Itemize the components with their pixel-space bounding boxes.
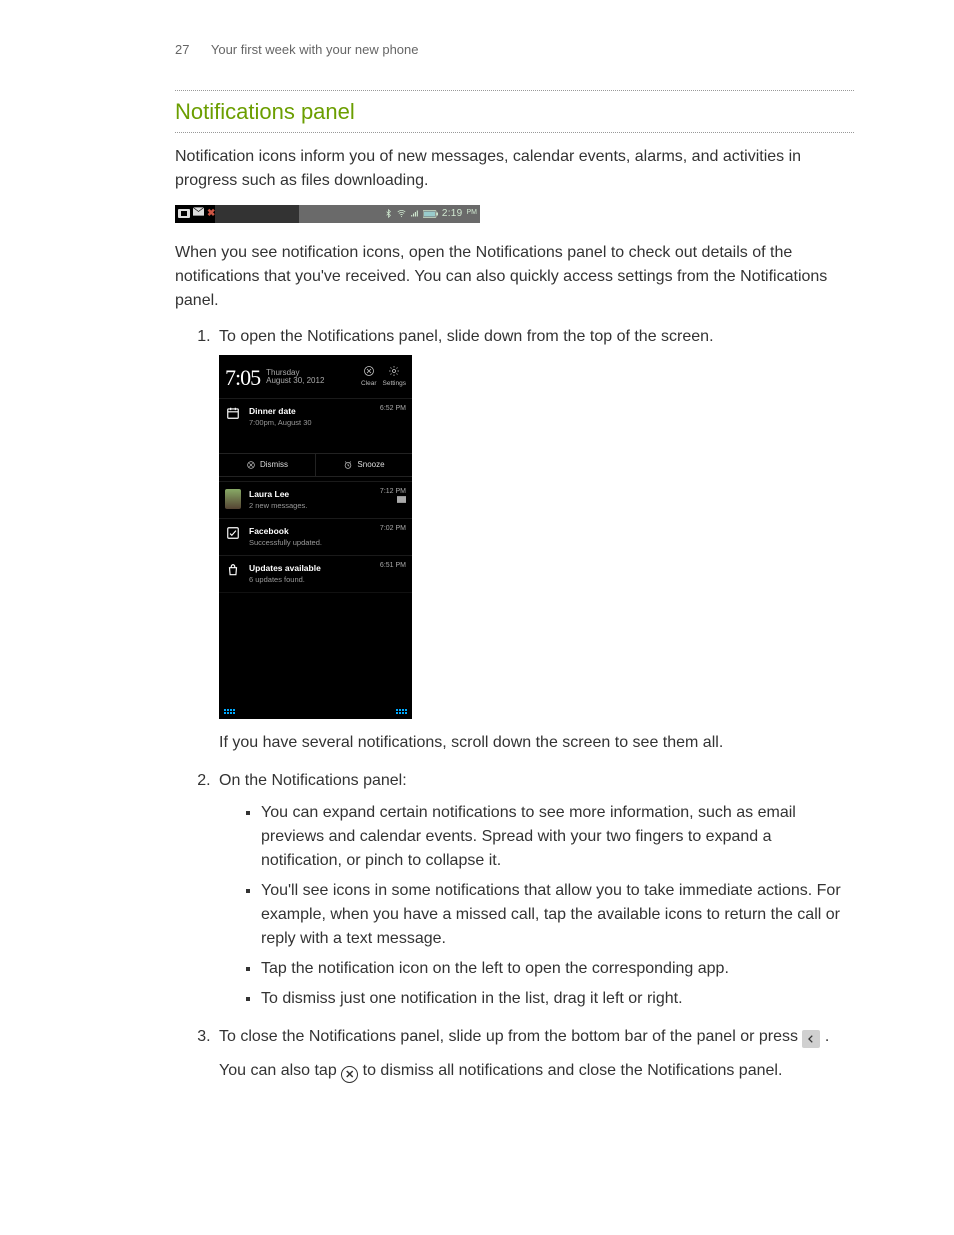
notif-sub: Successfully updated.: [249, 537, 372, 548]
clear-all-icon: ✕: [341, 1066, 358, 1083]
notif-meta: 7:12 PM: [380, 488, 406, 507]
section-title: Notifications panel: [175, 95, 854, 128]
error-icon: ✖: [207, 206, 215, 221]
notif-title: Dinner date: [249, 405, 372, 418]
step-3-text-b: .: [825, 1028, 829, 1045]
phone-header: 7:05 Thursday August 30, 2012 Clear Sett…: [219, 355, 412, 398]
gear-icon: [388, 365, 400, 377]
step-1-text: To open the Notifications panel, slide d…: [219, 328, 714, 345]
notif-title: Updates available: [249, 562, 372, 575]
divider: [175, 90, 854, 91]
page-header: 27 Your first week with your new phone: [175, 40, 854, 60]
notification-row[interactable]: Updates available 6 updates found. 6:51 …: [219, 555, 412, 592]
post-statusbar-paragraph: When you see notification icons, open th…: [175, 241, 854, 313]
bullet-item: To dismiss just one notification in the …: [261, 987, 854, 1011]
grab-handle-icon[interactable]: [396, 709, 407, 714]
page-number: 27: [175, 42, 189, 57]
sync-icon: [225, 525, 241, 540]
phone-footer: [219, 705, 412, 719]
signal-icon: [410, 209, 419, 218]
statusbar-pm: PM: [467, 208, 478, 219]
phone-empty-area: [219, 592, 412, 705]
notif-title: Facebook: [249, 525, 372, 538]
notif-actions: Dismiss Snooze: [219, 453, 412, 477]
intro-paragraph: Notification icons inform you of new mes…: [175, 145, 854, 193]
step-2-text: On the Notifications panel:: [219, 772, 407, 789]
notif-title: Laura Lee: [249, 488, 372, 501]
chapter-title: Your first week with your new phone: [211, 42, 419, 57]
notif-sub: 2 new messages.: [249, 500, 372, 511]
notif-time: 7:12 PM: [380, 488, 406, 496]
bullet-item: Tap the notification icon on the left to…: [261, 957, 854, 981]
grab-handle-icon[interactable]: [224, 709, 235, 714]
step-3-after-a: You can also tap: [219, 1062, 341, 1079]
notif-time: 7:02 PM: [380, 525, 406, 533]
bluetooth-icon: [384, 209, 393, 218]
notif-time: 6:51 PM: [380, 562, 406, 570]
notification-row[interactable]: Facebook Successfully updated. 7:02 PM: [219, 518, 412, 555]
step-1-followup: If you have several notifications, scrol…: [219, 731, 854, 755]
back-icon: [802, 1030, 820, 1048]
clear-label: Clear: [361, 379, 377, 389]
step-1: To open the Notifications panel, slide d…: [215, 325, 854, 755]
phone-date: Thursday August 30, 2012: [266, 369, 324, 386]
battery-icon: [423, 210, 438, 218]
store-icon: [225, 562, 241, 577]
calendar-icon: [225, 405, 241, 420]
snooze-label: Snooze: [357, 459, 384, 471]
dismiss-icon: [246, 460, 256, 470]
status-bar-figure: ✖ 2:19 PM: [175, 205, 480, 223]
clear-button[interactable]: Clear: [361, 365, 377, 389]
alarm-icon: [343, 460, 353, 470]
bullet-item: You can expand certain notifications to …: [261, 801, 854, 873]
divider: [175, 132, 854, 133]
notif-sub: 7:00pm, August 30: [249, 417, 372, 428]
step-2: On the Notifications panel: You can expa…: [215, 769, 854, 1011]
snooze-button[interactable]: Snooze: [315, 454, 412, 476]
statusbar-right: 2:19 PM: [299, 205, 480, 223]
mail-icon: [193, 207, 204, 221]
sim-icon: [178, 209, 190, 218]
clear-icon: [363, 365, 375, 377]
phone-date-text: August 30, 2012: [266, 376, 324, 385]
step-3-after-b: to dismiss all notifications and close t…: [363, 1062, 783, 1079]
bullet-item: You'll see icons in some notifications t…: [261, 879, 854, 951]
phone-time: 7:05: [225, 361, 260, 394]
notification-row[interactable]: Dinner date 7:00pm, August 30 6:52 PM: [219, 398, 412, 435]
settings-button[interactable]: Settings: [383, 365, 407, 389]
statusbar-time: 2:19: [442, 206, 463, 221]
notif-sub: 6 updates found.: [249, 574, 372, 585]
step-3: To close the Notifications panel, slide …: [215, 1025, 854, 1084]
step-3-text-a: To close the Notifications panel, slide …: [219, 1028, 802, 1045]
notification-row[interactable]: Laura Lee 2 new messages. 7:12 PM: [219, 481, 412, 518]
notif-time: 6:52 PM: [380, 405, 406, 413]
dismiss-button[interactable]: Dismiss: [219, 454, 315, 476]
dismiss-label: Dismiss: [260, 459, 288, 471]
phone-figure: 7:05 Thursday August 30, 2012 Clear Sett…: [219, 355, 412, 719]
message-mini-icon: [397, 496, 406, 503]
avatar-icon: [225, 489, 241, 509]
statusbar-left-icons: ✖: [175, 206, 215, 221]
settings-label: Settings: [383, 379, 407, 389]
statusbar-gap: [215, 205, 299, 223]
wifi-icon: [397, 209, 406, 218]
